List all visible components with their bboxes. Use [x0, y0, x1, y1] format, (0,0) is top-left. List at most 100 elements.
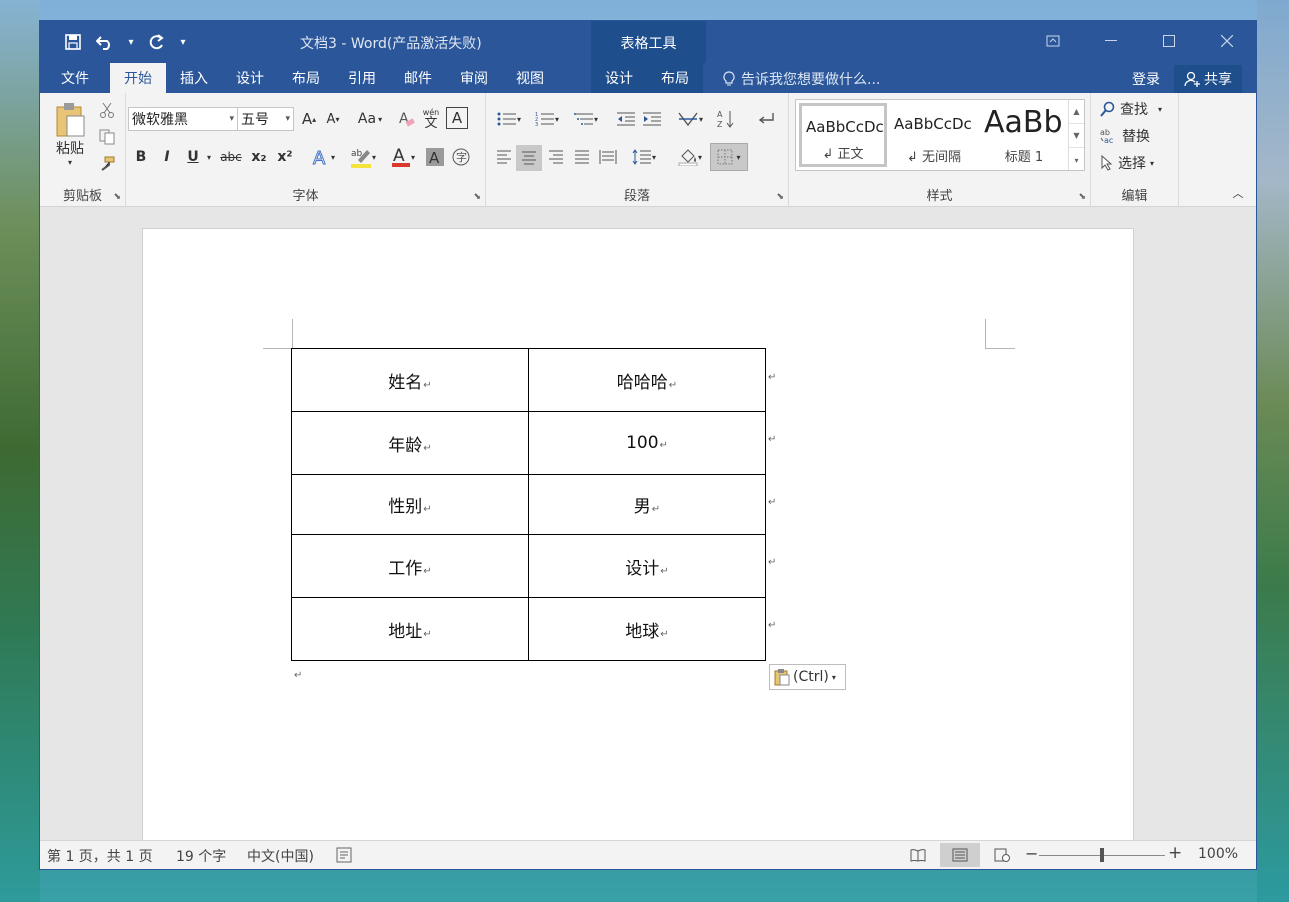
font-color-button[interactable]: A ▾: [386, 145, 420, 169]
tab-review[interactable]: 审阅: [446, 63, 502, 93]
table-cell-key[interactable]: 年龄↵: [291, 411, 529, 475]
paste-button[interactable]: 粘贴 ▾: [48, 99, 92, 169]
style-normal[interactable]: AaBbCcDc ↲ 正文: [799, 103, 887, 167]
decrease-indent-icon[interactable]: [614, 107, 638, 131]
read-mode-icon[interactable]: [898, 843, 938, 867]
maximize-icon[interactable]: [1140, 21, 1198, 61]
strikethrough-button[interactable]: abc: [218, 145, 244, 169]
macro-record-icon[interactable]: [336, 847, 352, 867]
scroll-up-icon[interactable]: ▲: [1069, 100, 1084, 124]
language-indicator[interactable]: 中文(中国): [247, 846, 314, 866]
paste-options-button[interactable]: (Ctrl) ▾: [769, 664, 846, 690]
zoom-in-button[interactable]: +: [1168, 843, 1182, 863]
ribbon-display-icon[interactable]: [1024, 21, 1082, 61]
numbering-icon[interactable]: 1 2 3 ▾: [530, 107, 564, 131]
chinese-layout-icon[interactable]: ▾: [672, 107, 708, 131]
styles-launcher-icon[interactable]: ⬊: [1078, 192, 1086, 202]
table-cell-key[interactable]: 工作↵: [291, 534, 529, 598]
bold-button[interactable]: B: [130, 145, 152, 169]
save-icon[interactable]: [60, 30, 86, 54]
copy-icon[interactable]: [96, 126, 118, 148]
sign-in-link[interactable]: 登录: [1132, 69, 1160, 89]
table-cell-key[interactable]: 性别↵: [291, 474, 529, 535]
paragraph-launcher-icon[interactable]: ⬊: [776, 192, 784, 202]
underline-button[interactable]: U: [182, 145, 204, 169]
align-center-icon[interactable]: [516, 145, 542, 171]
table-cell-value[interactable]: 地球↵: [528, 597, 766, 661]
character-shading-icon[interactable]: A: [424, 145, 446, 169]
paste-dropdown-icon[interactable]: ▾: [68, 158, 72, 167]
show-formatting-marks-icon[interactable]: [754, 107, 778, 131]
distributed-icon[interactable]: [596, 145, 620, 169]
share-button[interactable]: 共享: [1174, 65, 1242, 93]
tab-mailings[interactable]: 邮件: [390, 63, 446, 93]
clear-formatting-icon[interactable]: A: [396, 108, 418, 130]
print-layout-icon[interactable]: [940, 843, 980, 867]
subscript-button[interactable]: x₂: [248, 145, 270, 169]
shrink-font-button[interactable]: A ▾: [322, 108, 344, 130]
font-name-box[interactable]: 微软雅黑 ▾: [128, 107, 238, 131]
web-layout-icon[interactable]: [982, 843, 1022, 867]
font-size-box[interactable]: 五号 ▾: [237, 107, 294, 131]
document-table[interactable]: 姓名↵ 哈哈哈↵ 年龄↵ 100↵ 性别↵ 男↵ 工作↵ 设计↵ 地址↵ 地球↵: [291, 348, 766, 661]
multilevel-list-icon[interactable]: ▾: [568, 107, 604, 131]
shading-icon[interactable]: ▾: [672, 145, 708, 169]
align-right-icon[interactable]: [544, 145, 568, 169]
close-icon[interactable]: [1198, 21, 1256, 61]
style-heading-1[interactable]: AaBb 标题 1: [980, 103, 1068, 167]
zoom-out-button[interactable]: −: [1025, 844, 1038, 863]
table-cell-value[interactable]: 男↵: [528, 474, 766, 535]
gallery-more-icon[interactable]: ▾: [1069, 148, 1084, 172]
customize-qat-icon[interactable]: ▾: [176, 30, 190, 54]
tab-insert[interactable]: 插入: [166, 63, 222, 93]
tab-home[interactable]: 开始: [110, 63, 166, 93]
tab-view[interactable]: 视图: [502, 63, 558, 93]
tell-me-box[interactable]: 告诉我您想要做什么...: [723, 69, 880, 89]
tab-table-layout[interactable]: 布局: [647, 63, 703, 93]
style-no-spacing[interactable]: AaBbCcDc ↲ 无间隔: [890, 103, 978, 167]
sort-icon[interactable]: AZ: [714, 107, 738, 131]
highlight-button[interactable]: ab ▾: [344, 145, 382, 169]
borders-icon[interactable]: ▾: [710, 143, 748, 171]
scroll-down-icon[interactable]: ▼: [1069, 124, 1084, 148]
tab-references[interactable]: 引用: [334, 63, 390, 93]
tab-table-design[interactable]: 设计: [591, 63, 647, 93]
increase-indent-icon[interactable]: [640, 107, 664, 131]
table-cell-key[interactable]: 姓名↵: [291, 348, 529, 412]
replace-button[interactable]: ab ac 替换: [1100, 126, 1150, 146]
page-count[interactable]: 第 1 页，共 1 页: [47, 846, 153, 866]
grow-font-button[interactable]: A ▴: [298, 108, 320, 130]
redo-icon[interactable]: [144, 30, 170, 54]
zoom-level[interactable]: 100%: [1198, 846, 1238, 862]
find-button[interactable]: 查找 ▾: [1100, 99, 1162, 119]
change-case-button[interactable]: Aa ▾: [352, 108, 388, 130]
undo-dropdown-icon[interactable]: ▾: [124, 30, 138, 54]
tab-design[interactable]: 设计: [222, 63, 278, 93]
clipboard-launcher-icon[interactable]: ⬊: [113, 192, 121, 202]
italic-button[interactable]: I: [156, 145, 178, 169]
undo-icon[interactable]: [92, 30, 118, 54]
align-left-icon[interactable]: [492, 145, 516, 169]
superscript-button[interactable]: x²: [274, 145, 296, 169]
select-button[interactable]: 选择 ▾: [1100, 153, 1154, 173]
font-launcher-icon[interactable]: ⬊: [473, 192, 481, 202]
minimize-icon[interactable]: [1082, 21, 1140, 61]
underline-dropdown-icon[interactable]: ▾: [204, 145, 214, 169]
enclose-characters-icon[interactable]: 字: [450, 145, 472, 169]
table-cell-value[interactable]: 哈哈哈↵: [528, 348, 766, 412]
table-cell-value[interactable]: 设计↵: [528, 534, 766, 598]
format-painter-icon[interactable]: [96, 153, 118, 175]
zoom-slider-thumb[interactable]: [1100, 848, 1104, 862]
table-cell-key[interactable]: 地址↵: [291, 597, 529, 661]
line-spacing-icon[interactable]: ▾: [626, 145, 662, 169]
bullets-icon[interactable]: ▾: [492, 107, 526, 131]
collapse-ribbon-icon[interactable]: ︿: [1230, 185, 1246, 201]
tab-layout[interactable]: 布局: [278, 63, 334, 93]
justify-icon[interactable]: [570, 145, 594, 169]
phonetic-guide-button[interactable]: wén 文: [420, 106, 442, 132]
text-effects-button[interactable]: A ▾: [306, 145, 340, 169]
table-cell-value[interactable]: 100↵: [528, 411, 766, 475]
word-count[interactable]: 19 个字: [176, 846, 226, 866]
document-page[interactable]: 姓名↵ 哈哈哈↵ 年龄↵ 100↵ 性别↵ 男↵ 工作↵ 设计↵ 地址↵ 地球↵…: [142, 228, 1134, 858]
tab-file[interactable]: 文件: [40, 63, 110, 93]
